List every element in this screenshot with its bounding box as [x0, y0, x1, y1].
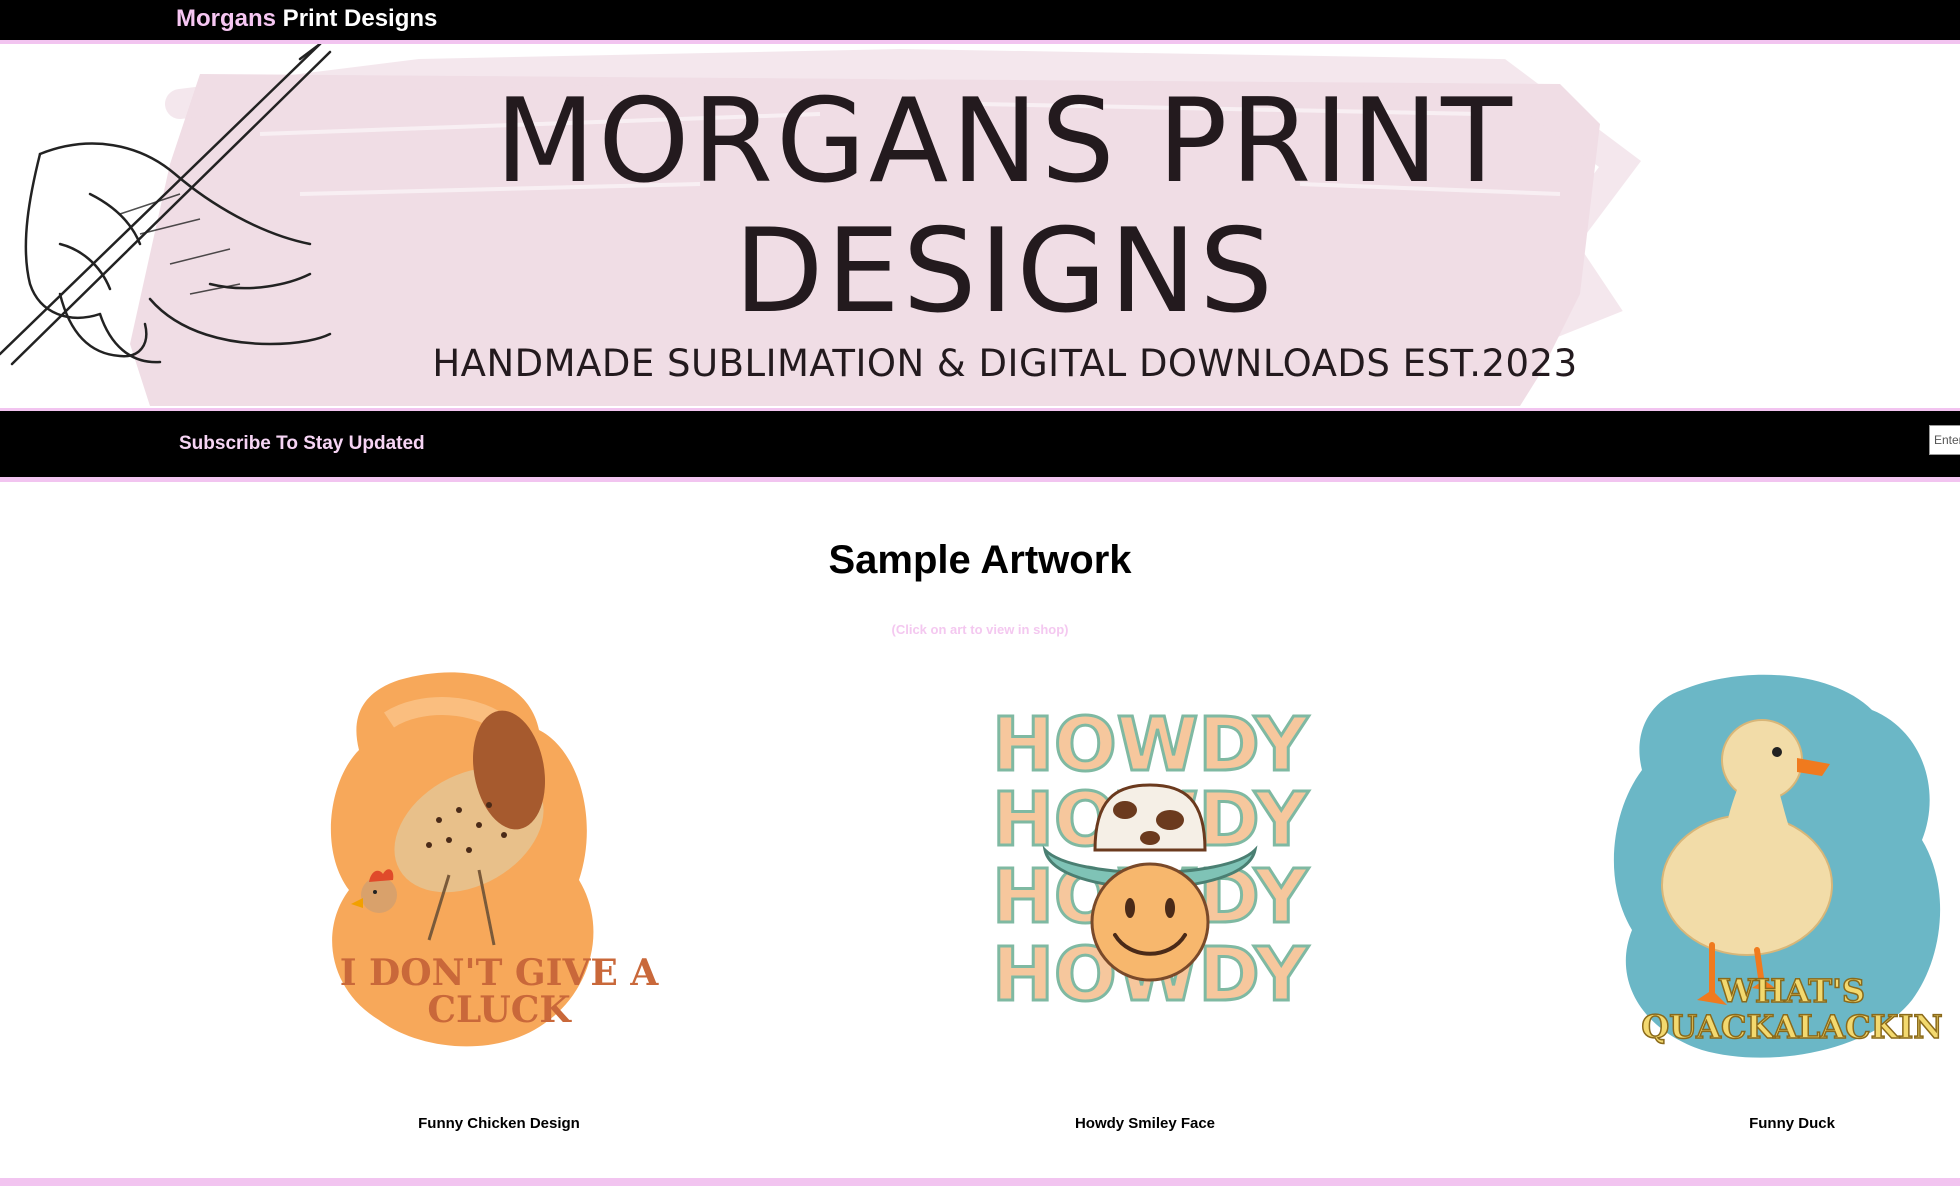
howdy-artwork-image[interactable]: HOWDY HOWDY HOWDY HOWDY — [925, 660, 1365, 1100]
chicken-art-text-line-1: I DON'T GIVE A — [340, 952, 660, 994]
duck-art-text-line-1: WHAT'S — [1718, 972, 1865, 1010]
section-subtitle: (Click on art to view in shop) — [891, 622, 1069, 637]
artwork-caption-chicken[interactable]: Funny Chicken Design — [279, 1115, 719, 1132]
brand-rest: Print Designs — [276, 5, 438, 32]
banner-title-line-2: DESIGNS — [734, 204, 1276, 339]
banner-tagline: HANDMADE SUBLIMATION & DIGITAL DOWNLOADS… — [432, 342, 1578, 385]
howdy-art-text-1: HOWDY — [992, 702, 1310, 788]
chicken-artwork-image[interactable]: I DON'T GIVE A CLUCK — [279, 660, 719, 1100]
brand-first-word: Morgans — [176, 5, 277, 32]
duck-art-text-line-2: QUACKALACKIN — [1641, 1008, 1942, 1046]
artwork-caption-duck[interactable]: Funny Duck — [1572, 1115, 1960, 1132]
artwork-card-howdy[interactable]: HOWDY HOWDY HOWDY HOWDY Howdy Smiley Fac… — [925, 660, 1365, 1140]
chicken-art-text-line-2: CLUCK — [427, 989, 572, 1031]
artwork-card-duck[interactable]: WHAT'S QUACKALACKIN Funny Duck — [1572, 660, 1960, 1140]
footer-divider — [0, 1178, 1960, 1186]
duck-artwork-image[interactable]: WHAT'S QUACKALACKIN — [1572, 660, 1960, 1100]
top-bar: Morgans Print Designs — [0, 0, 1960, 44]
hero-banner: MORGANS PRINT DESIGNS HANDMADE SUBLIMATI… — [0, 44, 1960, 406]
subscribe-bar: Subscribe To Stay Updated — [0, 408, 1960, 482]
subscribe-label: Subscribe To Stay Updated — [179, 433, 425, 454]
subscribe-email-input[interactable] — [1929, 425, 1960, 455]
artwork-caption-howdy[interactable]: Howdy Smiley Face — [925, 1115, 1365, 1132]
site-brand-link[interactable]: Morgans Print Designs — [176, 4, 437, 34]
artwork-card-chicken[interactable]: I DON'T GIVE A CLUCK Funny Chicken Desig… — [279, 660, 719, 1140]
section-title: Sample Artwork — [828, 538, 1132, 582]
banner-title-line-1: MORGANS PRINT — [495, 74, 1515, 209]
